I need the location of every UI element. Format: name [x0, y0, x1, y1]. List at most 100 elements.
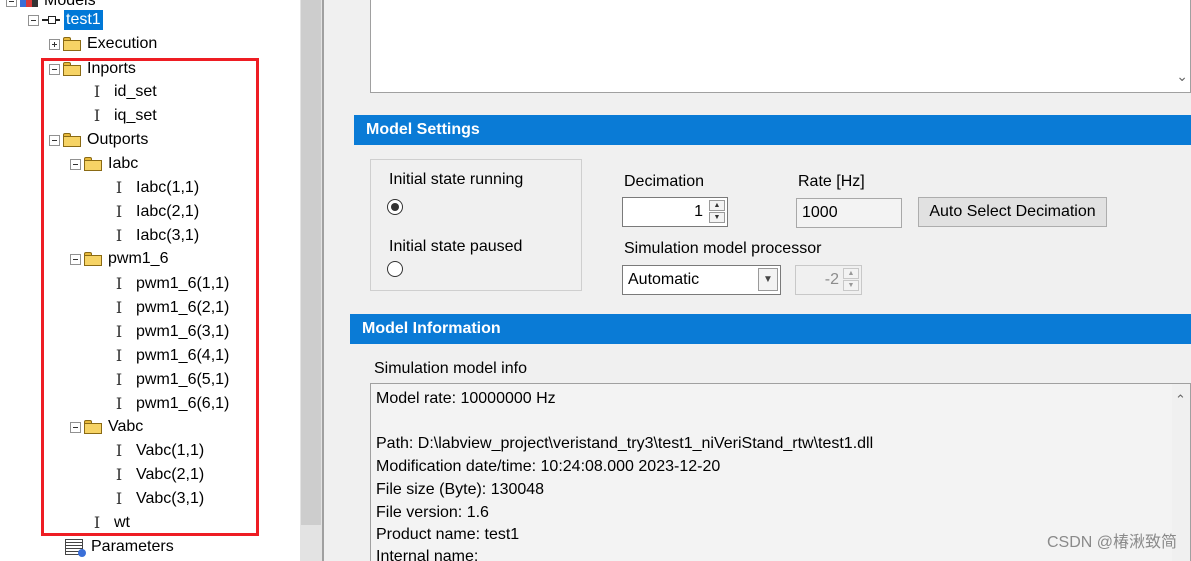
info-line: Path: D:\labview_project\veristand_try3\…: [376, 435, 874, 452]
parameters-icon: [65, 539, 86, 557]
decimation-stepper[interactable]: ▲ ▼: [709, 200, 725, 223]
tree-node-signal[interactable]: I Vabc(1,1): [112, 440, 206, 462]
tree-node-signal[interactable]: I id_set: [90, 81, 159, 103]
signal-icon: I: [93, 106, 101, 125]
signal-icon: I: [115, 441, 123, 460]
tree-label: pwm1_6(1,1): [136, 275, 230, 292]
chevron-up-icon[interactable]: ⌃: [1175, 392, 1186, 408]
tree-node-signal[interactable]: I Vabc(3,1): [112, 488, 206, 510]
signal-icon: I: [115, 346, 123, 365]
tree-node-pwm[interactable]: pwm1_6: [70, 248, 170, 270]
processor-value: Automatic: [628, 271, 700, 288]
tree-node-signal[interactable]: I pwm1_6(2,1): [112, 297, 231, 319]
stepper-down-icon: ▼: [843, 280, 859, 291]
info-line: Internal name:: [376, 548, 479, 561]
tree-label: id_set: [114, 83, 157, 100]
collapse-icon[interactable]: [49, 134, 60, 146]
tree-label: iq_set: [114, 107, 157, 124]
tree-label: Vabc(2,1): [136, 466, 205, 483]
tree-node-signal[interactable]: I pwm1_6(3,1): [112, 321, 231, 343]
processor-stepper: ▲ ▼: [843, 268, 859, 291]
tree-label: pwm1_6(2,1): [136, 299, 230, 316]
paused-radio[interactable]: [387, 261, 403, 277]
tree-label: Vabc: [108, 418, 144, 435]
tree-node-parameters[interactable]: Parameters: [65, 536, 176, 558]
processor-number-stepper: -2 ▲ ▼: [795, 265, 862, 295]
tree-node-execution[interactable]: Execution: [49, 33, 159, 55]
processor-label: Simulation model processor: [624, 240, 822, 257]
processor-select[interactable]: Automatic ▼: [622, 265, 781, 295]
stepper-up-icon[interactable]: ▲: [709, 200, 725, 211]
tree-node-inports[interactable]: Inports: [49, 58, 138, 80]
tree-node-signal[interactable]: I pwm1_6(6,1): [112, 393, 231, 415]
initial-state-group: Initial state running Initial state paus…: [370, 159, 582, 291]
models-icon: [20, 0, 38, 7]
collapse-icon[interactable]: [28, 14, 39, 26]
signal-icon: I: [115, 226, 123, 245]
model-settings-header: Model Settings: [354, 115, 1191, 145]
tree-label: Iabc(2,1): [136, 203, 200, 220]
tree-node-test1[interactable]: test1: [28, 9, 103, 31]
tree-node-vabc[interactable]: Vabc: [70, 416, 145, 438]
info-line: File size (Byte): 130048: [376, 481, 545, 498]
folder-icon: [84, 252, 102, 266]
properties-panel: ⌄ Model Settings Initial state running I…: [324, 0, 1191, 561]
tree-node-signal[interactable]: I Iabc(3,1): [112, 225, 201, 247]
tree-node-signal[interactable]: I Iabc(2,1): [112, 201, 201, 223]
scrollbar-thumb[interactable]: [301, 0, 321, 525]
signal-icon: I: [115, 274, 123, 293]
running-radio[interactable]: [387, 199, 403, 215]
stepper-up-icon: ▲: [843, 268, 859, 279]
tree-scrollbar[interactable]: [300, 0, 322, 561]
info-line: File version: 1.6: [376, 504, 489, 521]
tree-node-signal[interactable]: I iq_set: [90, 105, 159, 127]
signal-icon: I: [93, 513, 101, 532]
tree-label: Inports: [87, 60, 136, 77]
running-label: Initial state running: [389, 171, 524, 188]
tree-node-signal[interactable]: I pwm1_6(4,1): [112, 345, 231, 367]
collapse-icon[interactable]: [70, 253, 81, 265]
tree-node-iabc[interactable]: Iabc: [70, 153, 140, 175]
collapse-icon[interactable]: [70, 421, 81, 433]
tree-label: Iabc(3,1): [136, 227, 200, 244]
chevron-down-icon[interactable]: ⌄: [1176, 68, 1188, 85]
tree-label: Iabc: [108, 155, 139, 172]
tree-label: Parameters: [91, 538, 174, 555]
model-tree: Models test1 Execution Inports I id_set …: [0, 0, 300, 561]
rate-field: 1000: [796, 198, 902, 228]
tree-node-signal[interactable]: I wt: [90, 512, 132, 534]
folder-icon: [63, 133, 81, 147]
description-box[interactable]: ⌄: [370, 0, 1191, 93]
signal-icon: I: [115, 202, 123, 221]
signal-icon: I: [115, 370, 123, 389]
signal-icon: I: [93, 82, 101, 101]
expand-icon[interactable]: [49, 38, 60, 50]
tree-label: Vabc(3,1): [136, 490, 205, 507]
tree-node-signal[interactable]: I pwm1_6(5,1): [112, 369, 231, 391]
collapse-icon[interactable]: [70, 158, 81, 170]
tree-node-outports[interactable]: Outports: [49, 129, 150, 151]
tree-node-signal[interactable]: I Vabc(2,1): [112, 464, 206, 486]
signal-icon: I: [115, 178, 123, 197]
info-line: Model rate: 10000000 Hz: [376, 390, 556, 407]
info-line: Modification date/time: 10:24:08.000 202…: [376, 458, 721, 475]
signal-icon: I: [115, 298, 123, 317]
tree-label: pwm1_6(3,1): [136, 323, 230, 340]
collapse-icon[interactable]: [49, 63, 60, 75]
tree-label: pwm1_6(6,1): [136, 395, 230, 412]
decimation-input[interactable]: 1 ▲ ▼: [622, 197, 728, 227]
auto-select-decimation-button[interactable]: Auto Select Decimation: [918, 197, 1107, 227]
simulation-info-label: Simulation model info: [374, 360, 527, 377]
tree-node-signal[interactable]: I Iabc(1,1): [112, 177, 201, 199]
tree-label: Iabc(1,1): [136, 179, 200, 196]
chevron-down-icon[interactable]: ▼: [758, 268, 778, 291]
stepper-down-icon[interactable]: ▼: [709, 212, 725, 223]
collapse-icon[interactable]: [6, 0, 17, 7]
model-information-header: Model Information: [350, 314, 1191, 344]
tree-node-signal[interactable]: I pwm1_6(1,1): [112, 273, 231, 295]
tree-label-selected: test1: [64, 10, 103, 30]
signal-icon: I: [115, 322, 123, 341]
tree-label: wt: [114, 514, 130, 531]
tree-label: Execution: [87, 35, 158, 52]
tree-label: pwm1_6(4,1): [136, 347, 230, 364]
